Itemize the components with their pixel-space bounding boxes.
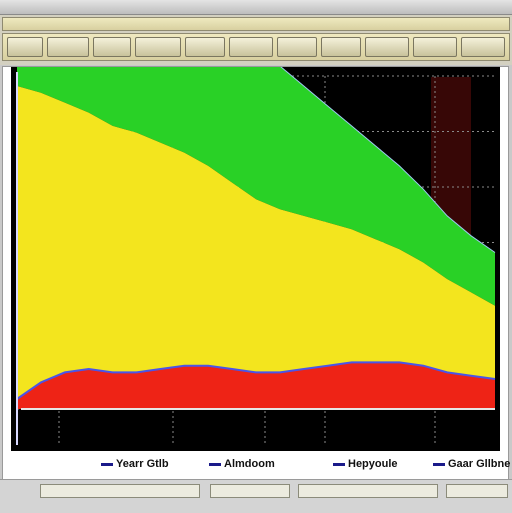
legend-item: Hepyoule xyxy=(333,458,398,470)
legend-item: Yearr Gtlb xyxy=(101,458,169,470)
tool-button-9[interactable] xyxy=(365,37,409,57)
window-title-bar xyxy=(0,0,512,15)
legend-swatch xyxy=(209,462,221,466)
tool-strip xyxy=(2,33,510,61)
legend-label: Hepyoule xyxy=(348,458,398,470)
menu-strip xyxy=(2,17,510,31)
tool-button-3[interactable] xyxy=(93,37,131,57)
tool-button-8[interactable] xyxy=(321,37,361,57)
stacked-area-chart xyxy=(11,67,500,451)
tool-button-10[interactable] xyxy=(413,37,457,57)
status-field-4 xyxy=(446,484,508,498)
legend-label: Gaar Gllbne xyxy=(448,458,511,470)
legend-item: Gaar Gllbne xyxy=(433,458,510,470)
legend-swatch xyxy=(101,462,113,466)
legend-item: Almdoom xyxy=(209,458,275,470)
tool-button-7[interactable] xyxy=(277,37,317,57)
legend-label: Almdoom xyxy=(224,458,275,470)
legend-label: Yearr Gtlb xyxy=(116,458,169,470)
status-bar xyxy=(0,479,512,513)
tool-button-11[interactable] xyxy=(461,37,505,57)
tool-button-4[interactable] xyxy=(135,37,181,57)
chart-frame xyxy=(2,66,509,452)
legend-swatch xyxy=(433,462,445,466)
tool-button-5[interactable] xyxy=(185,37,225,57)
toolbar xyxy=(0,15,512,65)
legend: Yearr Gtlb Almdoom Hepyoule Gaar Gllbne xyxy=(2,451,510,479)
tool-button-1[interactable] xyxy=(7,37,43,57)
status-field-3 xyxy=(298,484,438,498)
legend-swatch xyxy=(333,462,345,466)
tool-button-6[interactable] xyxy=(229,37,273,57)
status-field-2 xyxy=(210,484,290,498)
status-field-1 xyxy=(40,484,200,498)
tool-button-2[interactable] xyxy=(47,37,89,57)
